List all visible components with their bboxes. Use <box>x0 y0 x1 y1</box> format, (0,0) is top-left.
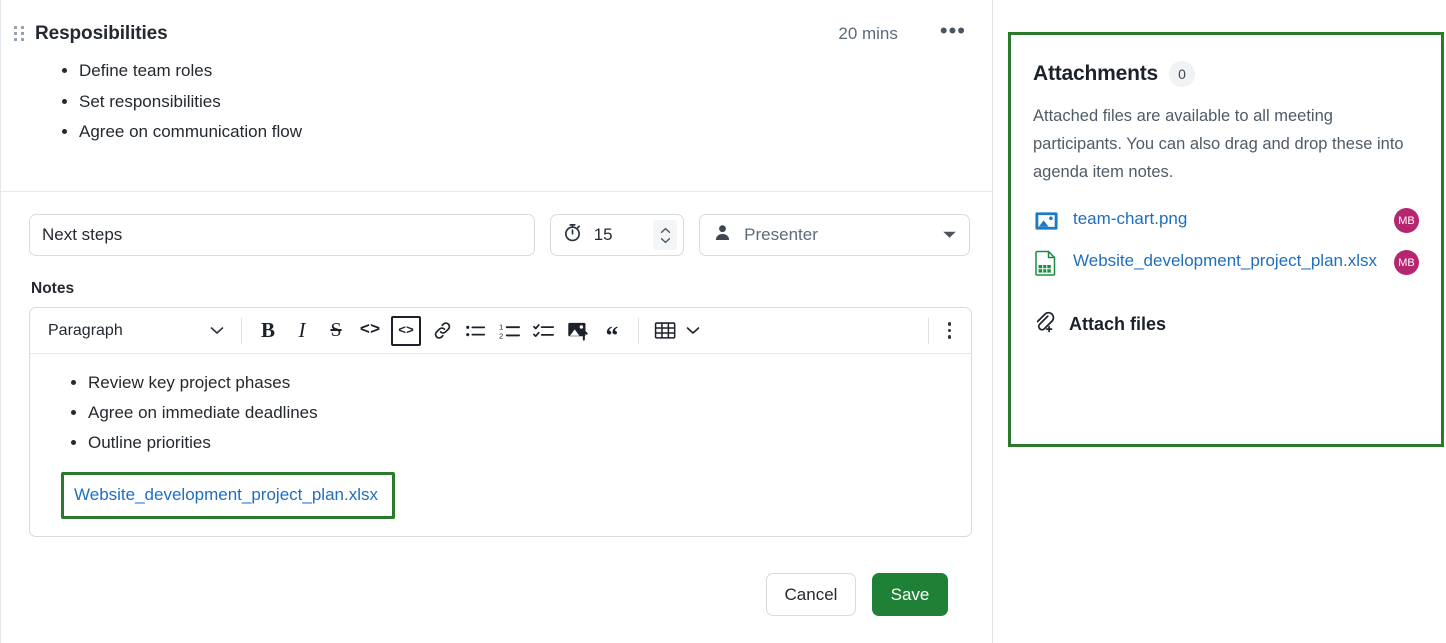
paperclip-plus-icon <box>1033 310 1057 339</box>
italic-button[interactable]: I <box>285 315 319 347</box>
notes-bullet-list: Review key project phases Agree on immed… <box>30 368 971 458</box>
attachment-file-link[interactable]: Website_development_project_plan.xlsx <box>1073 248 1380 274</box>
duration-stepper-arrows[interactable] <box>653 220 678 250</box>
duration-stepper[interactable]: 15 <box>549 214 685 256</box>
toolbar-divider <box>638 317 639 344</box>
paragraph-style-select[interactable]: Paragraph <box>40 316 232 346</box>
attachments-panel: Attachments 0 Attached files are availab… <box>1008 32 1444 447</box>
presenter-placeholder: Presenter <box>744 225 818 244</box>
code-block-button[interactable]: <> <box>391 315 421 346</box>
editor-more-options-icon[interactable] <box>938 318 962 343</box>
attachments-file-list: team-chart.png MB Website_development_pr… <box>1033 206 1419 276</box>
notes-editor: Paragraph B I S <> <> 1 2 “ • Review key… <box>29 307 972 537</box>
person-icon <box>713 223 732 247</box>
side-panel: Attachments 0 Attached files are availab… <box>993 0 1445 643</box>
list-item: Outline priorities <box>88 428 971 458</box>
link-button[interactable] <box>425 315 459 347</box>
attachment-file-link[interactable]: team-chart.png <box>1073 206 1380 232</box>
list-item: Agree on communication flow <box>79 117 992 148</box>
chevron-down-icon <box>210 322 224 340</box>
notes-label: Notes <box>31 280 75 297</box>
table-button[interactable] <box>648 315 682 347</box>
paragraph-style-value: Paragraph <box>48 321 123 339</box>
agenda-editor-screen: Resposibilities 20 mins ••• Define team … <box>0 0 1446 643</box>
checklist-button[interactable] <box>527 315 561 347</box>
agenda-item-more-icon[interactable]: ••• <box>936 20 970 44</box>
spreadsheet-file-icon <box>1033 250 1059 276</box>
list-item[interactable]: team-chart.png MB <box>1033 206 1419 234</box>
main-column: Resposibilities 20 mins ••• Define team … <box>0 0 993 643</box>
list-item: Review key project phases <box>88 368 971 398</box>
toolbar-divider <box>927 317 929 344</box>
list-item: Define team roles <box>79 56 992 87</box>
agenda-title-input[interactable] <box>29 214 535 256</box>
agenda-item-bullet-list: Define team roles Set responsibilities A… <box>1 56 992 148</box>
agenda-item-header: Resposibilities 20 mins ••• <box>1 0 992 50</box>
agenda-item-title: Resposibilities <box>35 23 168 44</box>
svg-text:1: 1 <box>499 322 503 331</box>
table-dropdown-icon[interactable] <box>682 315 704 347</box>
avatar: MB <box>1394 250 1419 275</box>
list-item: Agree on immediate deadlines <box>88 398 971 428</box>
numbered-list-button[interactable]: 1 2 <box>493 315 527 347</box>
agenda-item-edit-form: 15 Presenter <box>1 192 992 616</box>
save-button[interactable]: Save <box>872 573 948 616</box>
edit-form-top-row: 15 Presenter <box>29 214 971 256</box>
presenter-select[interactable]: Presenter <box>699 214 971 256</box>
image-button[interactable] <box>561 315 595 347</box>
timer-icon <box>562 222 583 248</box>
toolbar-divider <box>241 317 242 344</box>
inline-code-button[interactable]: <> <box>353 315 387 347</box>
chevron-down-icon <box>942 226 957 244</box>
agenda-item-resposibilities: Resposibilities 20 mins ••• Define team … <box>1 0 992 192</box>
notes-attached-file-link[interactable]: Website_development_project_plan.xlsx <box>74 485 378 504</box>
editor-toolbar: Paragraph B I S <> <> 1 2 “ <box>30 308 971 354</box>
agenda-item-body: Define team roles Set responsibilities A… <box>1 50 992 148</box>
avatar: MB <box>1394 208 1419 233</box>
attachments-description: Attached files are available to all meet… <box>1033 107 1404 181</box>
attachments-count-badge: 0 <box>1169 61 1195 87</box>
strikethrough-button[interactable]: S <box>319 315 353 347</box>
bullet-list-button[interactable] <box>459 315 493 347</box>
attach-files-button[interactable]: Attach files <box>1033 310 1419 339</box>
attachments-title: Attachments <box>1033 62 1158 85</box>
svg-text:2: 2 <box>499 331 503 340</box>
image-file-icon <box>1033 208 1059 234</box>
bold-button[interactable]: B <box>251 315 285 347</box>
attach-files-label: Attach files <box>1069 314 1167 334</box>
list-item[interactable]: Website_development_project_plan.xlsx MB <box>1033 248 1419 276</box>
drag-handle-icon[interactable] <box>11 25 27 43</box>
edit-form-actions: Cancel Save <box>29 537 970 616</box>
list-item: Set responsibilities <box>79 87 992 118</box>
attachments-header: Attachments 0 <box>1033 61 1419 87</box>
blockquote-button[interactable]: “ <box>595 310 629 352</box>
duration-value: 15 <box>593 225 613 244</box>
notes-editor-content[interactable]: Review key project phases Agree on immed… <box>30 354 971 536</box>
notes-attached-file-highlight: Website_development_project_plan.xlsx <box>61 472 395 519</box>
agenda-item-duration: 20 mins <box>838 24 898 43</box>
cancel-button[interactable]: Cancel <box>766 573 856 616</box>
